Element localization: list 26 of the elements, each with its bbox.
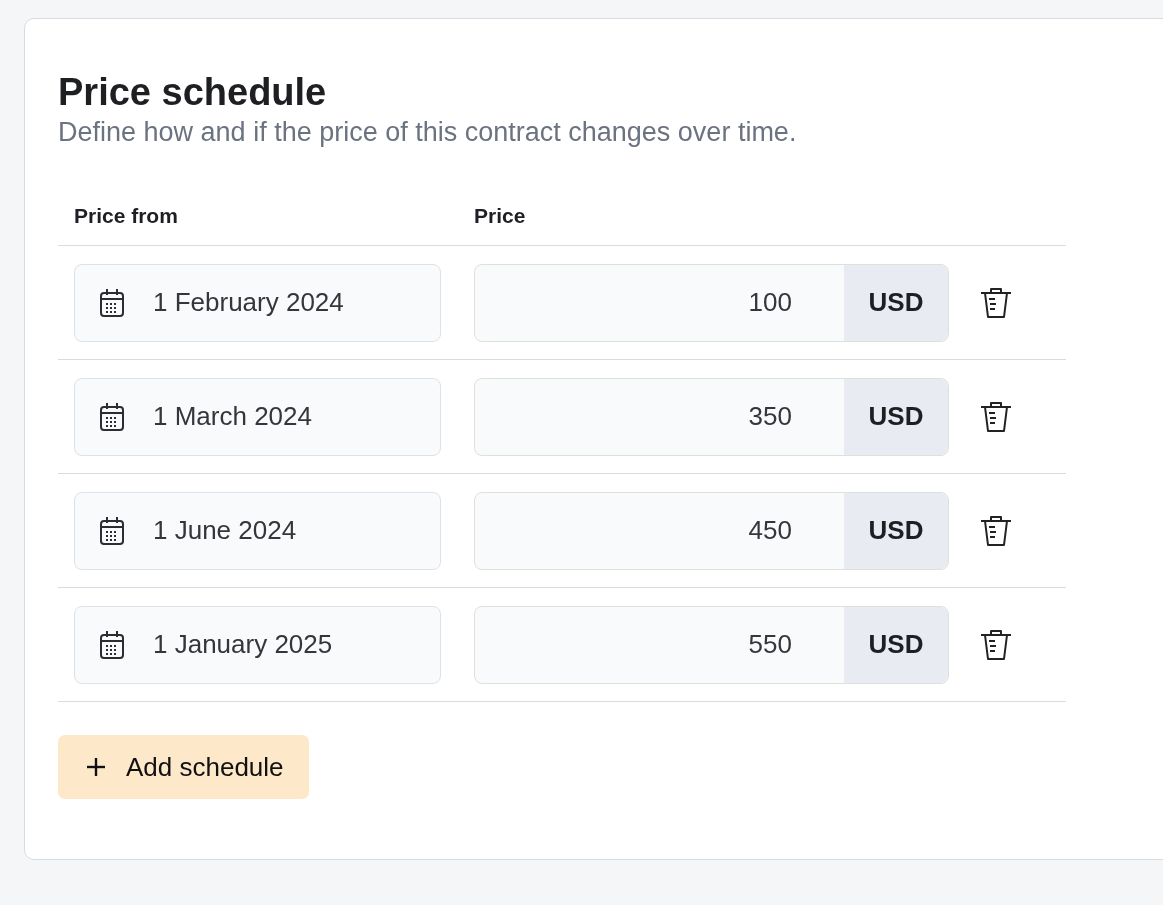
trash-icon[interactable] — [979, 285, 1013, 320]
trash-icon[interactable] — [979, 399, 1013, 434]
column-header: Price — [474, 204, 526, 228]
price-field[interactable]: 100 USD — [474, 263, 949, 342]
date-field[interactable]: 1 March 2024 — [74, 377, 441, 456]
trash-icon[interactable] — [979, 627, 1013, 662]
trash-icon[interactable] — [979, 513, 1013, 548]
currency-label: USD — [844, 378, 948, 455]
section-title: Price schedule — [58, 70, 327, 115]
date-field[interactable]: 1 June 2024 — [74, 491, 441, 570]
add-schedule-button[interactable]: Add schedule — [58, 735, 309, 799]
price-field[interactable]: 350 USD — [474, 377, 949, 456]
calendar-icon — [99, 401, 125, 432]
calendar-icon — [99, 515, 125, 546]
currency-label: USD — [844, 492, 948, 569]
currency-label: USD — [844, 264, 948, 341]
plus-icon — [86, 757, 106, 777]
calendar-icon — [99, 629, 125, 660]
section-description: Define how and if the price of this contract changes over time. — [58, 116, 798, 149]
date-field[interactable]: 1 January 2025 — [74, 605, 441, 684]
price-field[interactable]: 450 USD — [474, 491, 949, 570]
calendar-icon — [99, 287, 125, 318]
currency-label: USD — [844, 606, 948, 683]
price-field[interactable]: 550 USD — [474, 605, 949, 684]
column-header: Price from — [74, 204, 179, 228]
date-field[interactable]: 1 February 2024 — [74, 263, 441, 342]
